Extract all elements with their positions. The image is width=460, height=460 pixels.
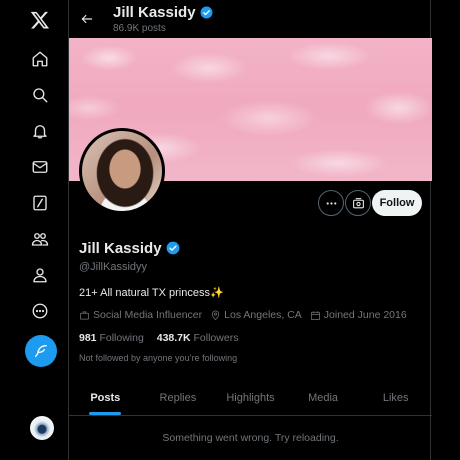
- mutual-followers-note: Not followed by anyone you’re following: [79, 353, 238, 363]
- profile-avatar[interactable]: [79, 128, 165, 214]
- followers-link[interactable]: 438.7K Followers: [157, 332, 239, 344]
- profile-handle: @JillKassidyy: [79, 261, 148, 273]
- feather-icon: [35, 345, 47, 357]
- profile-name-text: Jill Kassidy: [79, 240, 162, 257]
- joined-item: Joined June 2016: [310, 309, 407, 321]
- post-button[interactable]: [25, 335, 57, 367]
- profile-tabs: Posts Replies Highlights Media Likes: [69, 380, 432, 416]
- joined-label: Joined June 2016: [323, 309, 407, 321]
- tab-replies[interactable]: Replies: [142, 380, 215, 415]
- category-label: Social Media Influencer: [93, 309, 203, 321]
- notifications-icon[interactable]: [22, 113, 58, 149]
- profile-meta: Social Media Influencer Los Angeles, CA …: [79, 309, 415, 321]
- back-button[interactable]: [77, 9, 97, 29]
- tab-highlights[interactable]: Highlights: [214, 380, 287, 415]
- location-item: Los Angeles, CA: [210, 309, 302, 321]
- left-nav: [0, 0, 68, 460]
- x-logo-icon[interactable]: [22, 2, 58, 38]
- location-pin-icon: [212, 310, 220, 320]
- profile-icon[interactable]: [22, 257, 58, 293]
- more-options-button[interactable]: [318, 190, 344, 216]
- profile-header: Jill Kassidy 86.9K posts: [69, 0, 432, 38]
- verified-badge-icon: [200, 6, 213, 19]
- media-subscribe-icon: [352, 197, 364, 208]
- posts-count: 86.9K posts: [113, 23, 166, 34]
- follow-button[interactable]: Follow: [372, 190, 422, 216]
- header-name: Jill Kassidy: [113, 4, 196, 21]
- error-message: Something went wrong. Try reloading.: [162, 432, 339, 444]
- location-label: Los Angeles, CA: [224, 309, 302, 321]
- following-link[interactable]: 981 Following: [79, 332, 144, 344]
- calendar-icon: [310, 310, 320, 320]
- explore-icon[interactable]: [22, 77, 58, 113]
- following-count: 981: [79, 332, 97, 344]
- tab-media[interactable]: Media: [287, 380, 360, 415]
- header-title: Jill Kassidy: [113, 4, 213, 21]
- verified-badge-icon[interactable]: [166, 241, 180, 255]
- following-label: Following: [99, 332, 144, 344]
- profile-stats: 981 Following 438.7K Followers: [79, 332, 248, 344]
- profile-column: Jill Kassidy 86.9K posts Follow Jill Kas…: [68, 0, 432, 460]
- grok-icon[interactable]: [22, 185, 58, 221]
- communities-icon[interactable]: [22, 221, 58, 257]
- followers-count: 438.7K: [156, 332, 191, 344]
- tab-posts[interactable]: Posts: [69, 380, 142, 415]
- arrow-left-icon: [81, 14, 93, 24]
- category-item: Social Media Influencer: [79, 309, 202, 321]
- subscribe-button[interactable]: [345, 190, 371, 216]
- account-avatar[interactable]: [30, 416, 54, 440]
- home-icon[interactable]: [22, 41, 58, 77]
- messages-icon[interactable]: [22, 149, 58, 185]
- followers-label: Followers: [193, 332, 239, 344]
- briefcase-icon: [80, 310, 89, 320]
- more-icon[interactable]: [22, 293, 58, 329]
- tab-likes[interactable]: Likes: [359, 380, 432, 415]
- ellipsis-icon: [326, 201, 336, 205]
- profile-bio: 21+ All natural TX princess✨: [79, 287, 224, 299]
- profile-name: Jill Kassidy: [79, 240, 180, 257]
